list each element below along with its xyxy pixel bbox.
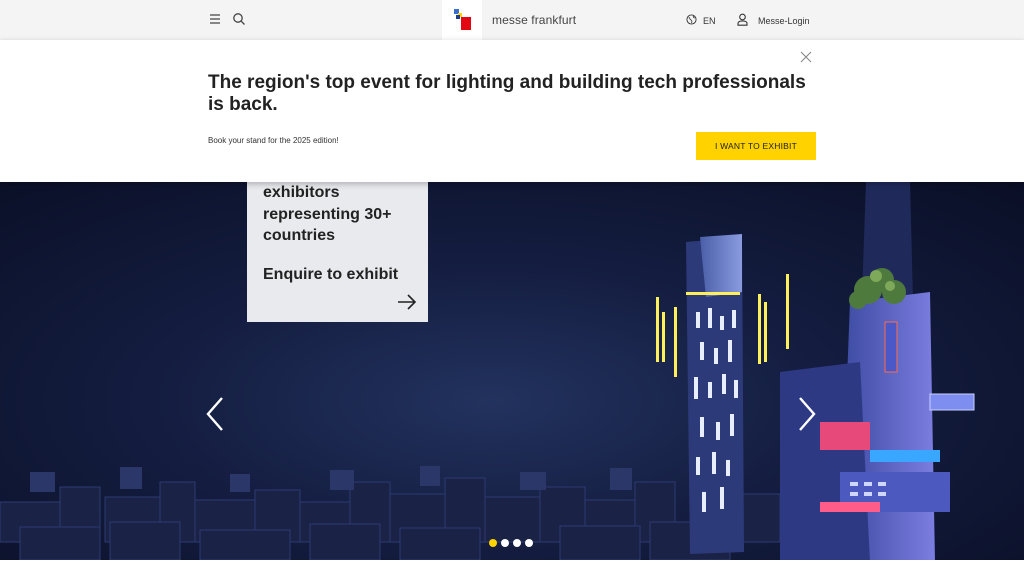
banner-subtext: Book your stand for the 2025 edition! (208, 136, 339, 145)
exhibit-announcement-banner: The region's top event for lighting and … (0, 40, 1024, 182)
top-navigation-bar: messe frankfurt EN Messe-Login (0, 0, 1024, 40)
close-icon[interactable] (800, 50, 812, 63)
arrow-right-icon[interactable] (397, 294, 417, 310)
brand-name[interactable]: messe frankfurt (492, 13, 576, 27)
user-icon (737, 13, 748, 28)
page-bottom-strip (0, 560, 1024, 576)
hamburger-menu-icon[interactable] (208, 12, 222, 26)
slider-pagination (489, 539, 533, 547)
globe-icon (686, 14, 697, 27)
slider-dot[interactable] (489, 539, 497, 547)
hero-background-image (0, 182, 975, 560)
search-icon[interactable] (232, 12, 246, 26)
enquire-to-exhibit-link[interactable]: Enquire to exhibit (263, 266, 398, 284)
banner-headline: The region's top event for lighting and … (208, 72, 806, 115)
exhibit-cta-button[interactable]: I WANT TO EXHIBIT (696, 132, 816, 160)
messe-frankfurt-logo[interactable] (442, 0, 482, 40)
messe-login-link[interactable]: Messe-Login (737, 13, 810, 28)
hero-slider: exhibitors representing 30+ countries En… (0, 182, 1024, 560)
exhibit-info-card[interactable]: exhibitors representing 30+ countries En… (247, 182, 428, 322)
language-selector[interactable]: EN (686, 14, 716, 27)
chevron-left-icon[interactable] (204, 396, 226, 432)
info-card-text: exhibitors representing 30+ countries (263, 184, 392, 244)
chevron-right-icon[interactable] (796, 396, 818, 432)
slider-dot[interactable] (501, 539, 509, 547)
slider-dot[interactable] (513, 539, 521, 547)
language-label: EN (703, 15, 716, 26)
slider-dot[interactable] (525, 539, 533, 547)
login-label: Messe-Login (758, 15, 810, 26)
